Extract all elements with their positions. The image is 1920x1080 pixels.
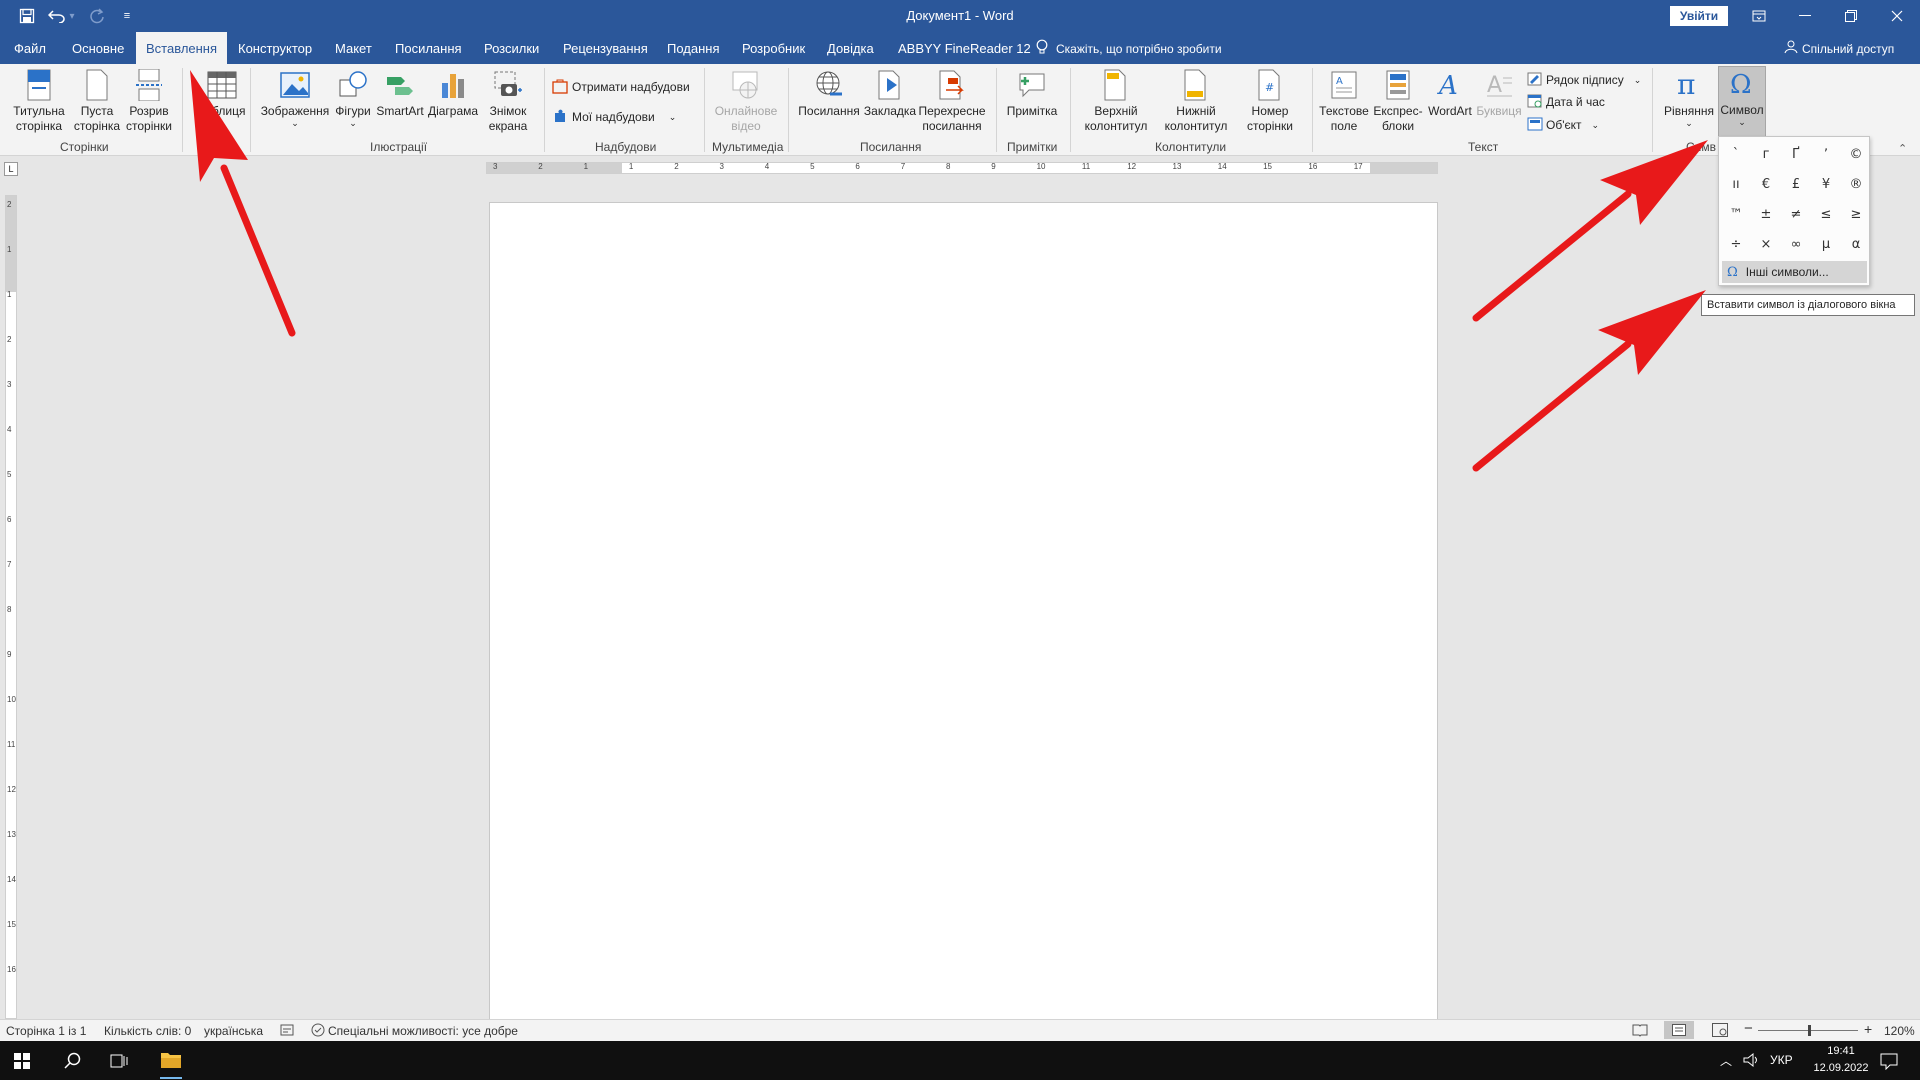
red-arrow-to-more-symbols [1472, 290, 1706, 472]
red-arrow-to-insert-tab [190, 70, 296, 337]
annotation-arrows [190, 70, 1708, 472]
red-arrow-to-symbol-button [1472, 140, 1708, 322]
